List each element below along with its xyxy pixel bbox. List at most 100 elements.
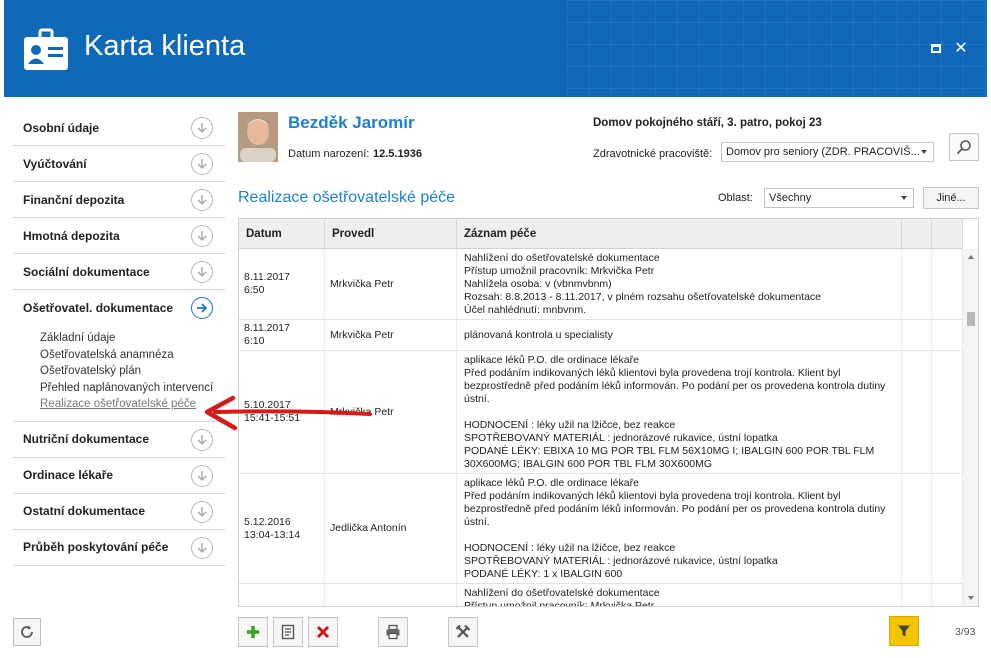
cell-performer: Mrkvička Petr: [325, 320, 457, 350]
edit-note-icon: [281, 624, 295, 640]
chevron-down-icon: [191, 536, 213, 559]
sidebar-item-prubeh-pece[interactable]: Průběh poskytování péče: [13, 530, 225, 566]
cell-date: 8.11.2017 6:10: [239, 320, 325, 350]
window-header: Karta klienta ✕: [4, 0, 987, 97]
tools-icon: [455, 624, 471, 638]
cell-extra: [932, 320, 963, 350]
edit-button[interactable]: [273, 617, 303, 647]
subnav: Základní údaje Ošetřovatelská anamnéza O…: [13, 326, 225, 422]
cell-extra: [902, 320, 932, 350]
cell-extra: [902, 351, 932, 473]
dob-label: Datum narození:: [288, 148, 370, 160]
table-row[interactable]: 5.12.2016 13:04-13:14 Jedlička Antonín a…: [239, 474, 963, 584]
chevron-down-icon: [191, 153, 213, 175]
cell-record: plánovaná kontrola u specialisty: [457, 320, 902, 350]
cell-extra: [932, 474, 963, 583]
search-icon: [956, 140, 971, 155]
cell-record: Nahlížení do ošetřovatelské dokumentace …: [457, 249, 902, 319]
print-button[interactable]: [378, 617, 408, 647]
delete-button[interactable]: [308, 617, 338, 647]
chevron-right-icon: [191, 297, 213, 319]
other-button[interactable]: Jiné...: [923, 187, 979, 209]
filter-button[interactable]: [889, 616, 919, 646]
page-count: 3/93: [955, 626, 976, 638]
cell-performer: Mrkvička Petr: [325, 351, 457, 473]
area-select[interactable]: Všechny: [764, 188, 914, 208]
sidebar-item-label: Osobní údaje: [23, 120, 100, 135]
subnav-item-prehled-intervenci[interactable]: Přehled naplánovaných intervencí: [40, 380, 225, 397]
grid-header: Datum Provedl Záznam péče: [239, 219, 963, 249]
search-button[interactable]: [949, 133, 979, 161]
sidebar-item-financni-depozita[interactable]: Finanční depozita: [13, 182, 225, 218]
cell-performer: [325, 584, 457, 606]
subnav-item-zakladni-udaje[interactable]: Základní údaje: [40, 330, 225, 347]
area-label: Oblast:: [718, 192, 753, 204]
sidebar-item-nutricni-dokumentace[interactable]: Nutriční dokumentace: [13, 422, 225, 458]
subnav-item-realizace-pece[interactable]: Realizace ošetřovatelské péče: [40, 396, 225, 413]
sidebar-item-vyuctovani[interactable]: Vyúčtování: [13, 146, 225, 182]
table-row[interactable]: 8.11.2017 6:50 Mrkvička Petr Nahlížení d…: [239, 249, 963, 320]
chevron-down-icon: [191, 500, 213, 523]
sidebar-item-label: Průběh poskytování péče: [23, 540, 169, 554]
column-header-provedl[interactable]: Provedl: [325, 219, 457, 249]
tools-button[interactable]: [448, 617, 478, 647]
sidebar-item-label: Ostatní dokumentace: [23, 504, 146, 518]
cell-performer: Jedlička Antonín: [325, 474, 457, 583]
sidebar-item-label: Ordinace lékaře: [23, 468, 114, 482]
scroll-down-icon[interactable]: [968, 596, 974, 600]
grid-rows: 8.11.2017 6:50 Mrkvička Petr Nahlížení d…: [239, 249, 963, 606]
sidebar-item-label: Hmotná depozita: [23, 228, 120, 243]
cell-extra: [932, 249, 963, 319]
table-row[interactable]: Nahlížení do ošetřovatelské dokumentace …: [239, 584, 963, 606]
sidebar-item-hmotna-depozita[interactable]: Hmotná depozita: [13, 218, 225, 254]
cell-extra: [932, 351, 963, 473]
workplace-select[interactable]: Domov pro seniory (ZDR. PRACOVIŠ...: [721, 142, 934, 162]
window-title: Karta klienta: [84, 30, 246, 62]
care-records-grid: Datum Provedl Záznam péče 8.11.2017 6:50…: [238, 218, 979, 607]
subnav-item-osetrovatelska-anamneza[interactable]: Ošetřovatelská anamnéza: [40, 347, 225, 364]
scroll-up-icon[interactable]: [968, 255, 974, 259]
header-pattern: [567, 0, 987, 97]
sidebar-item-label: Nutriční dokumentace: [23, 432, 150, 446]
patient-name: Bezděk Jaromír: [288, 113, 415, 132]
column-header-datum[interactable]: Datum: [239, 219, 325, 249]
chevron-down-icon: [191, 464, 213, 487]
vertical-scrollbar[interactable]: [962, 249, 978, 606]
cell-extra: [902, 474, 932, 583]
sidebar-item-label: Vyúčtování: [23, 156, 87, 171]
add-icon: [247, 626, 259, 638]
cell-record: aplikace léků P.O. dle ordinace lékaře P…: [457, 474, 902, 583]
scrollbar-thumb[interactable]: [967, 312, 975, 326]
cell-date: 8.11.2017 6:50: [239, 249, 325, 319]
sidebar-item-label: Finanční depozita: [23, 192, 125, 207]
cell-extra: [902, 249, 932, 319]
column-header-extra-2[interactable]: [932, 219, 963, 249]
column-header-extra-1[interactable]: [902, 219, 932, 249]
refresh-button[interactable]: [13, 618, 41, 646]
close-icon[interactable]: ✕: [954, 41, 968, 57]
chevron-down-icon: [191, 261, 213, 283]
workplace-select-value: Domov pro seniory (ZDR. PRACOVIŠ...: [726, 146, 920, 158]
cell-performer: Mrkvička Petr: [325, 249, 457, 319]
column-header-zaznam[interactable]: Záznam péče: [457, 219, 902, 249]
cell-record: Nahlížení do ošetřovatelské dokumentace …: [457, 584, 902, 606]
sidebar-item-label: Sociální dokumentace: [23, 264, 150, 279]
cell-extra: [902, 584, 932, 606]
sidebar-item-socialni-dokumentace[interactable]: Sociální dokumentace: [13, 254, 225, 290]
cell-extra: [932, 584, 963, 606]
delete-icon: [316, 625, 330, 639]
sidebar-item-ordinace-lekare[interactable]: Ordinace lékaře: [13, 458, 225, 494]
table-row[interactable]: 8.11.2017 6:10 Mrkvička Petr plánovaná k…: [239, 320, 963, 351]
facility-info: Domov pokojného stáří, 3. patro, pokoj 2…: [593, 117, 822, 129]
maximize-icon[interactable]: [929, 42, 943, 56]
subnav-item-osetrovatelsky-plan[interactable]: Ošetřovatelský plán: [40, 363, 225, 380]
chevron-down-icon: [191, 225, 213, 247]
cell-date: [239, 584, 325, 606]
sidebar-item-osetrovatel-dokumentace[interactable]: Ošetřovatel. dokumentace: [13, 290, 225, 326]
id-card-icon: [24, 28, 68, 70]
section-title: Realizace ošetřovatelské péče: [238, 189, 456, 206]
sidebar-item-ostatni-dokumentace[interactable]: Ostatní dokumentace: [13, 494, 225, 530]
sidebar-item-osobni-udaje[interactable]: Osobní údaje: [13, 110, 225, 146]
table-row[interactable]: 5.10.2017 15:41-15:51 Mrkvička Petr apli…: [239, 351, 963, 474]
add-button[interactable]: [238, 617, 268, 647]
